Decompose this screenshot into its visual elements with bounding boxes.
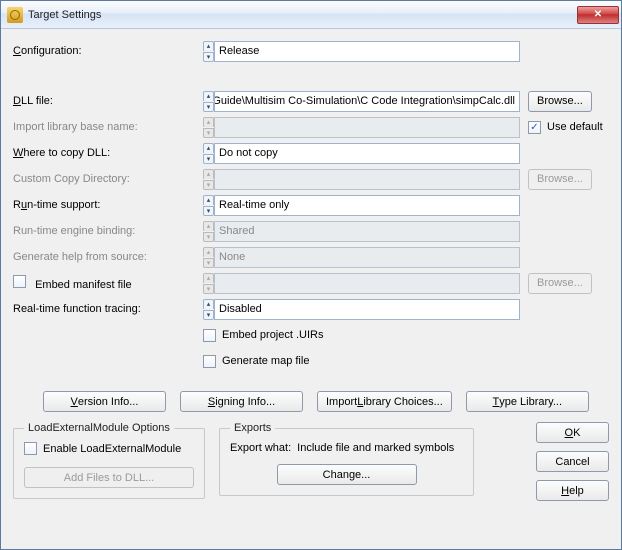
browse-custom-copy-button: Browse... (528, 169, 592, 190)
enable-lem-checkbox[interactable] (24, 442, 37, 455)
embed-uirs-label: Embed project .UIRs (222, 329, 323, 341)
gen-help-field: None (214, 247, 520, 268)
runtime-binding-spinner: ▴▾ (203, 221, 214, 242)
embed-manifest-label: Embed manifest file (35, 279, 132, 291)
signing-info-button[interactable]: Signing Info... (180, 391, 303, 412)
type-library-button[interactable]: Type Library... (466, 391, 589, 412)
runtime-support-field[interactable]: Real-time only (214, 195, 520, 216)
cancel-button[interactable]: Cancel (536, 451, 609, 472)
use-default-label: Use default (547, 121, 603, 133)
use-default-checkbox[interactable]: ✓ (528, 121, 541, 134)
titlebar: Target Settings ✕ (1, 1, 621, 29)
custom-copy-field (214, 169, 520, 190)
dialog-body: Configuration: ▴▾ Release DLL file: ▴▾ g… (1, 29, 621, 549)
where-copy-spinner[interactable]: ▴▾ (203, 143, 214, 164)
custom-copy-spinner: ▴▾ (203, 169, 214, 190)
app-icon (7, 7, 23, 23)
embed-manifest-row: Embed manifest file (13, 275, 203, 291)
change-exports-button[interactable]: Change... (277, 464, 417, 485)
browse-dll-button[interactable]: Browse... (528, 91, 592, 112)
help-button[interactable]: Help (536, 480, 609, 501)
browse-manifest-button: Browse... (528, 273, 592, 294)
gen-map-label: Generate map file (222, 355, 309, 367)
exports-group: Exports Export what: Include file and ma… (219, 422, 474, 496)
rt-tracing-spinner[interactable]: ▴▾ (203, 299, 214, 320)
runtime-support-label: Run-time support: (13, 199, 203, 211)
dll-file-label: DLL file: (13, 95, 203, 107)
embed-uirs-checkbox[interactable] (203, 329, 216, 342)
version-info-button[interactable]: Version Info... (43, 391, 166, 412)
loadexternal-legend: LoadExternalModule Options (24, 422, 174, 434)
dll-file-spinner[interactable]: ▴▾ (203, 91, 214, 112)
runtime-support-spinner[interactable]: ▴▾ (203, 195, 214, 216)
gen-help-spinner: ▴▾ (203, 247, 214, 268)
rt-tracing-label: Real-time function tracing: (13, 303, 203, 315)
loadexternal-group: LoadExternalModule Options Enable LoadEx… (13, 422, 205, 499)
where-copy-label: Where to copy DLL: (13, 147, 203, 159)
export-what-value: Include file and marked symbols (297, 442, 454, 454)
add-files-dll-button: Add Files to DLL... (24, 467, 194, 488)
gen-help-label: Generate help from source: (13, 251, 203, 263)
exports-legend: Exports (230, 422, 275, 434)
window-title: Target Settings (28, 9, 577, 21)
rt-tracing-field[interactable]: Disabled (214, 299, 520, 320)
close-button[interactable]: ✕ (577, 6, 619, 24)
configuration-field[interactable]: Release (214, 41, 520, 62)
import-lib-spinner: ▴▾ (203, 117, 214, 138)
custom-copy-label: Custom Copy Directory: (13, 173, 203, 185)
manifest-spinner: ▴▾ (203, 273, 214, 294)
runtime-binding-field: Shared (214, 221, 520, 242)
import-lib-field (214, 117, 520, 138)
configuration-label: Configuration: (13, 45, 203, 57)
dll-file-field[interactable]: gn Guide\Multisim Co-Simulation\C Code I… (214, 91, 520, 112)
where-copy-field[interactable]: Do not copy (214, 143, 520, 164)
import-lib-label: Import library base name: (13, 121, 203, 133)
dialog-buttons: OK Cancel Help (536, 422, 609, 501)
configuration-spinner[interactable]: ▴▾ (203, 41, 214, 62)
import-lib-choices-button[interactable]: Import Library Choices... (317, 391, 452, 412)
runtime-binding-label: Run-time engine binding: (13, 225, 203, 237)
manifest-field (214, 273, 520, 294)
gen-map-checkbox[interactable] (203, 355, 216, 368)
ok-button[interactable]: OK (536, 422, 609, 443)
embed-manifest-checkbox[interactable] (13, 275, 26, 288)
export-what-label: Export what: (230, 442, 291, 454)
target-settings-window: Target Settings ✕ Configuration: ▴▾ Rele… (0, 0, 622, 550)
enable-lem-label: Enable LoadExternalModule (43, 443, 181, 455)
